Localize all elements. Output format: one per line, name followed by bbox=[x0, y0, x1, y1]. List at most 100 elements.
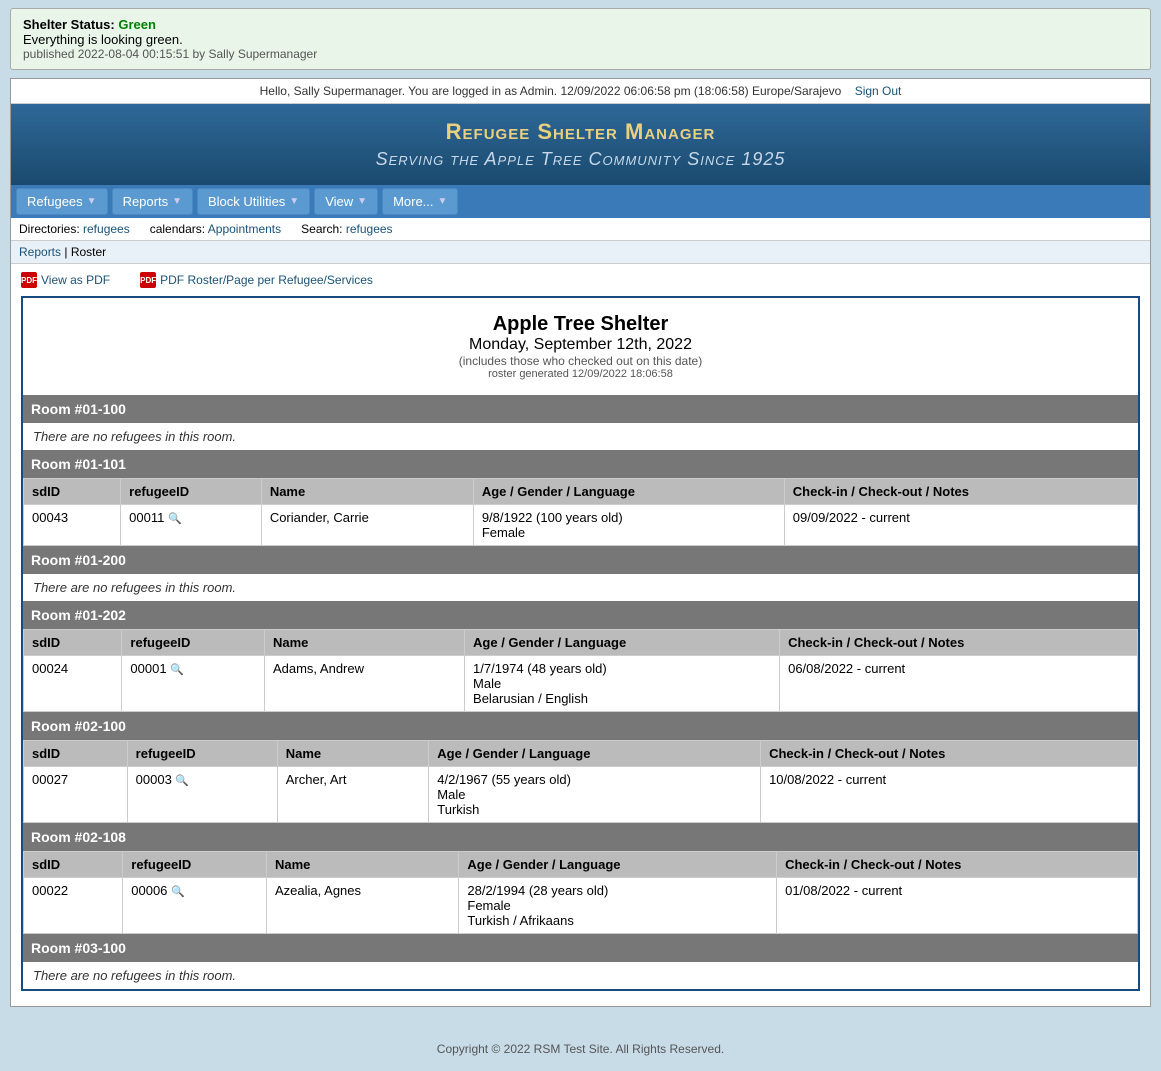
col-header: refugeeID bbox=[127, 741, 277, 767]
no-refugees-msg-6: There are no refugees in this room. bbox=[23, 962, 1138, 989]
search-refugees-link[interactable]: refugees bbox=[346, 222, 393, 236]
cell-age-gender-lang: 28/2/1994 (28 years old)FemaleTurkish / … bbox=[459, 878, 777, 934]
main-container: Hello, Sally Supermanager. You are logge… bbox=[10, 78, 1151, 1007]
dir-bar: Directories: refugees calendars: Appoint… bbox=[11, 218, 1150, 241]
cell-sdid: 00043 bbox=[24, 505, 121, 546]
nav-item-reports[interactable]: Reports ▼ bbox=[112, 188, 193, 215]
col-header: Check-in / Check-out / Notes bbox=[761, 741, 1138, 767]
room-header-6: Room #03-100 bbox=[23, 934, 1138, 962]
report-generated: roster generated 12/09/2022 18:06:58 bbox=[38, 368, 1123, 380]
search-icon[interactable]: 🔍 bbox=[171, 885, 185, 899]
cell-name: Azealia, Agnes bbox=[267, 878, 459, 934]
app-title: Refugee Shelter Manager bbox=[21, 119, 1140, 145]
room-table-4: sdIDrefugeeIDNameAge / Gender / Language… bbox=[23, 740, 1138, 823]
col-header: Age / Gender / Language bbox=[465, 630, 780, 656]
view-arrow-icon: ▼ bbox=[357, 196, 367, 207]
search-icon[interactable]: 🔍 bbox=[170, 663, 184, 677]
room-header-3: Room #01-202 bbox=[23, 601, 1138, 629]
user-info-text: Hello, Sally Supermanager. You are logge… bbox=[260, 84, 842, 98]
calendars-label: calendars: Appointments bbox=[150, 222, 281, 236]
col-header: sdID bbox=[24, 852, 123, 878]
rooms-container: Room #01-100There are no refugees in thi… bbox=[23, 395, 1138, 989]
col-header: Age / Gender / Language bbox=[429, 741, 761, 767]
cell-name: Coriander, Carrie bbox=[261, 505, 473, 546]
report-header: Apple Tree Shelter Monday, September 12t… bbox=[23, 298, 1138, 395]
appointments-link[interactable]: Appointments bbox=[208, 222, 281, 236]
shelter-status-green: Green bbox=[118, 17, 156, 32]
nav-item-more[interactable]: More... ▼ bbox=[382, 188, 458, 215]
cell-sdid: 00027 bbox=[24, 767, 128, 823]
directories-label: Directories: refugees bbox=[19, 222, 130, 236]
breadcrumb-reports-link[interactable]: Reports bbox=[19, 245, 61, 259]
footer: Copyright © 2022 RSM Test Site. All Righ… bbox=[0, 1027, 1161, 1071]
shelter-status-title: Shelter Status: Green bbox=[23, 17, 1138, 32]
cell-refugeeid: 00003 🔍 bbox=[127, 767, 277, 823]
nav-label-more: More... bbox=[393, 194, 433, 209]
nav-label-view: View bbox=[325, 194, 353, 209]
pdf-icon-2: PDF bbox=[140, 272, 156, 288]
report-date: Monday, September 12th, 2022 bbox=[38, 336, 1123, 354]
col-header: Check-in / Check-out / Notes bbox=[777, 852, 1138, 878]
report-note: (includes those who checked out on this … bbox=[38, 354, 1123, 368]
col-header: refugeeID bbox=[121, 479, 262, 505]
col-header: refugeeID bbox=[123, 852, 267, 878]
col-header: sdID bbox=[24, 741, 128, 767]
shelter-status-banner: Shelter Status: Green Everything is look… bbox=[10, 8, 1151, 70]
col-header: Name bbox=[267, 852, 459, 878]
refugees-arrow-icon: ▼ bbox=[87, 196, 97, 207]
view-as-pdf-label: View as PDF bbox=[41, 273, 110, 287]
room-table-5: sdIDrefugeeIDNameAge / Gender / Language… bbox=[23, 851, 1138, 934]
col-header: Age / Gender / Language bbox=[459, 852, 777, 878]
breadcrumb-current: Roster bbox=[71, 245, 106, 259]
refugees-dir-link[interactable]: refugees bbox=[83, 222, 130, 236]
table-row: 0002200006 🔍Azealia, Agnes28/2/1994 (28 … bbox=[24, 878, 1138, 934]
reports-arrow-icon: ▼ bbox=[172, 196, 182, 207]
room-header-2: Room #01-200 bbox=[23, 546, 1138, 574]
cell-age-gender-lang: 9/8/1922 (100 years old)Female bbox=[473, 505, 784, 546]
pdf-links-section: PDF View as PDF PDF PDF Roster/Page per … bbox=[11, 264, 1150, 296]
app-header: Refugee Shelter Manager Serving the Appl… bbox=[11, 104, 1150, 185]
nav-item-view[interactable]: View ▼ bbox=[314, 188, 378, 215]
cell-checkin: 09/09/2022 - current bbox=[784, 505, 1137, 546]
col-header: refugeeID bbox=[122, 630, 265, 656]
breadcrumb: Reports | Roster bbox=[11, 241, 1150, 264]
pdf-roster-link[interactable]: PDF PDF Roster/Page per Refugee/Services bbox=[140, 272, 373, 288]
cell-sdid: 00024 bbox=[24, 656, 122, 712]
room-header-4: Room #02-100 bbox=[23, 712, 1138, 740]
pdf-roster-label: PDF Roster/Page per Refugee/Services bbox=[160, 273, 373, 287]
cell-checkin: 06/08/2022 - current bbox=[780, 656, 1138, 712]
cell-checkin: 01/08/2022 - current bbox=[777, 878, 1138, 934]
col-header: Age / Gender / Language bbox=[473, 479, 784, 505]
search-icon[interactable]: 🔍 bbox=[175, 774, 189, 788]
nav-item-block-utilities[interactable]: Block Utilities ▼ bbox=[197, 188, 310, 215]
block-utilities-arrow-icon: ▼ bbox=[289, 196, 299, 207]
search-label: Search: refugees bbox=[301, 222, 392, 236]
room-table-3: sdIDrefugeeIDNameAge / Gender / Language… bbox=[23, 629, 1138, 712]
table-row: 0004300011 🔍Coriander, Carrie9/8/1922 (1… bbox=[24, 505, 1138, 546]
cell-name: Adams, Andrew bbox=[264, 656, 464, 712]
no-refugees-msg-0: There are no refugees in this room. bbox=[23, 423, 1138, 450]
view-as-pdf-link[interactable]: PDF View as PDF bbox=[21, 272, 110, 288]
nav-item-refugees[interactable]: Refugees ▼ bbox=[16, 188, 108, 215]
nav-label-reports: Reports bbox=[123, 194, 169, 209]
cell-sdid: 00022 bbox=[24, 878, 123, 934]
report-shelter-name: Apple Tree Shelter bbox=[38, 313, 1123, 336]
more-arrow-icon: ▼ bbox=[438, 196, 448, 207]
nav-label-refugees: Refugees bbox=[27, 194, 83, 209]
pdf-icon-1: PDF bbox=[21, 272, 37, 288]
sign-out-link[interactable]: Sign Out bbox=[855, 84, 902, 98]
shelter-status-message: Everything is looking green. bbox=[23, 32, 1138, 47]
cell-age-gender-lang: 1/7/1974 (48 years old)MaleBelarusian / … bbox=[465, 656, 780, 712]
room-header-5: Room #02-108 bbox=[23, 823, 1138, 851]
col-header: sdID bbox=[24, 479, 121, 505]
col-header: Name bbox=[264, 630, 464, 656]
room-header-0: Room #01-100 bbox=[23, 395, 1138, 423]
table-row: 0002400001 🔍Adams, Andrew1/7/1974 (48 ye… bbox=[24, 656, 1138, 712]
room-table-1: sdIDrefugeeIDNameAge / Gender / Language… bbox=[23, 478, 1138, 546]
search-icon[interactable]: 🔍 bbox=[168, 512, 182, 526]
cell-refugeeid: 00006 🔍 bbox=[123, 878, 267, 934]
top-bar: Hello, Sally Supermanager. You are logge… bbox=[11, 79, 1150, 104]
col-header: Name bbox=[261, 479, 473, 505]
room-header-1: Room #01-101 bbox=[23, 450, 1138, 478]
cell-checkin: 10/08/2022 - current bbox=[761, 767, 1138, 823]
